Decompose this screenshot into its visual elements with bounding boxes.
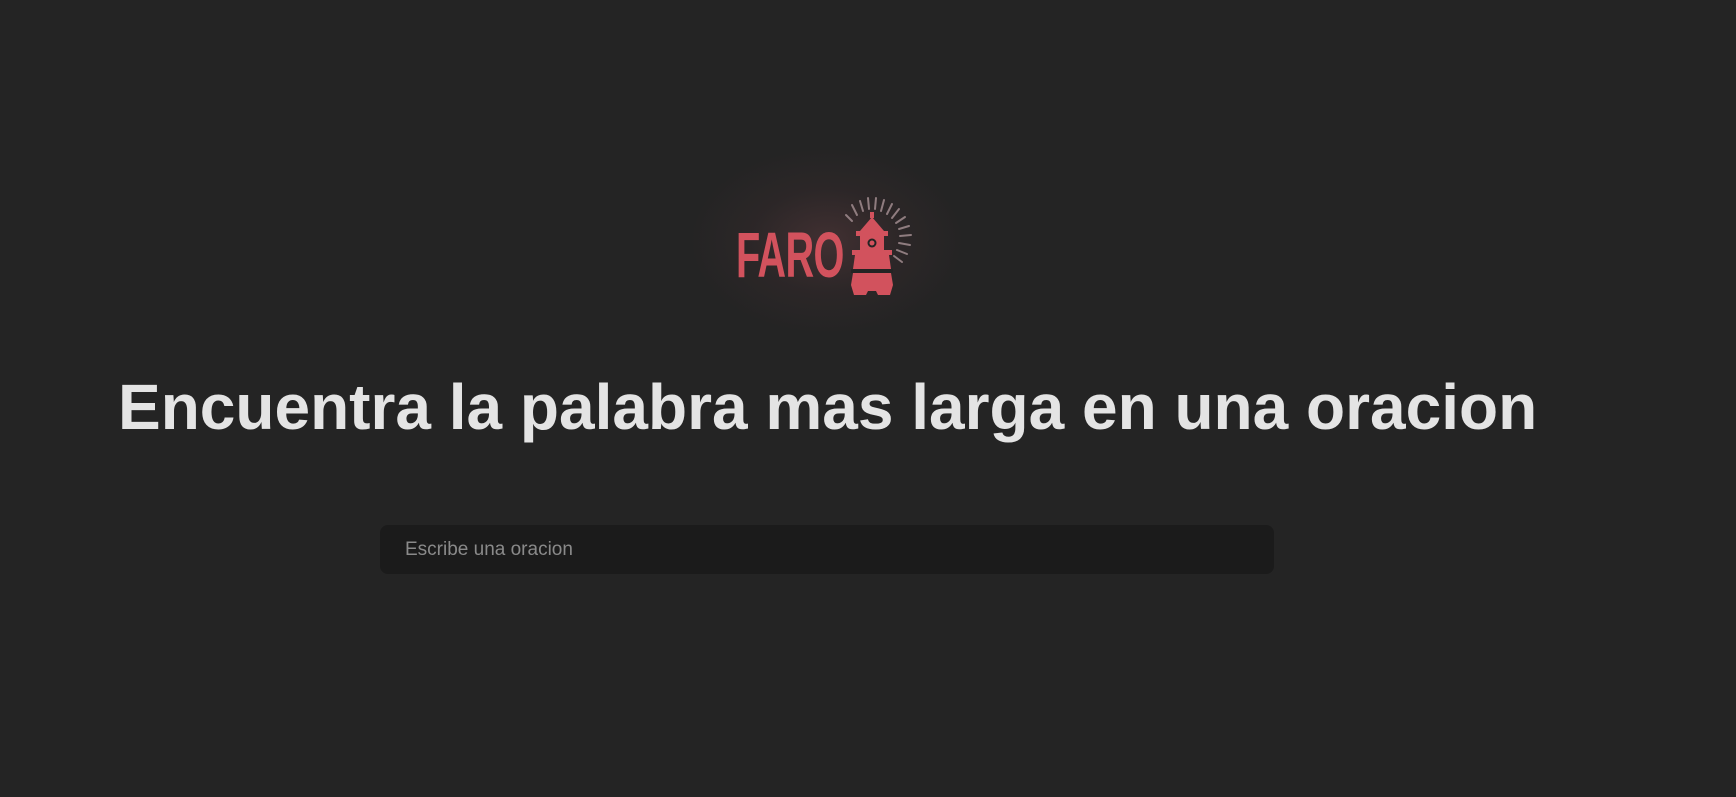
sentence-input[interactable] <box>380 525 1274 574</box>
brand-logo: FARO <box>687 146 967 336</box>
logo-lockup: FARO <box>736 195 918 295</box>
app-root: FARO Encuentra la palabra mas larga en u… <box>0 0 1736 797</box>
brand-name: FARO <box>736 219 844 291</box>
lighthouse-icon <box>845 197 912 295</box>
page-title: Encuentra la palabra mas larga en una or… <box>118 371 1538 443</box>
